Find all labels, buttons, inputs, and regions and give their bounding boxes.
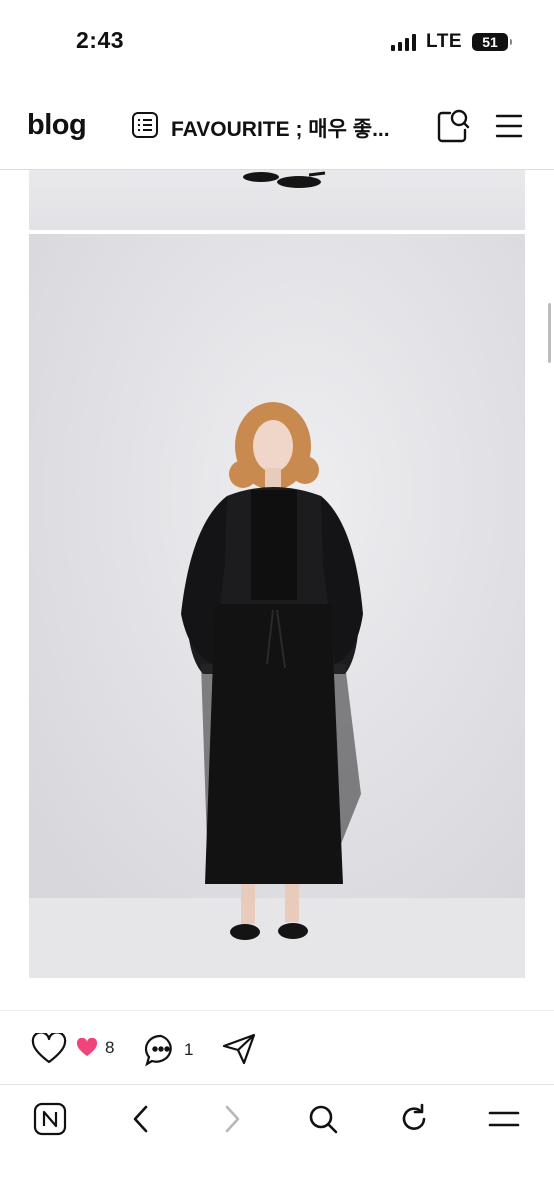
- like-button[interactable]: [31, 1033, 67, 1065]
- comment-icon: [144, 1034, 172, 1067]
- battery-icon: 51: [472, 33, 512, 51]
- fashion-photo-model[interactable]: [29, 234, 525, 978]
- back-icon[interactable]: [123, 1101, 159, 1137]
- share-icon: [222, 1033, 256, 1065]
- status-time: 2:43: [76, 27, 125, 53]
- reload-icon[interactable]: [396, 1101, 432, 1137]
- status-indicators: LTE 51: [391, 31, 512, 53]
- list-icon[interactable]: [131, 111, 159, 144]
- signal-icon: [391, 33, 417, 51]
- search-icon[interactable]: [436, 108, 470, 149]
- share-button[interactable]: [222, 1033, 256, 1065]
- reaction-count-group[interactable]: 8: [75, 1038, 114, 1058]
- status-bar: 2:43 LTE 51: [0, 0, 554, 84]
- comment-button[interactable]: 1: [144, 1033, 193, 1067]
- fashion-photo-partial[interactable]: [29, 170, 525, 230]
- heart-filled-icon: [76, 1038, 98, 1057]
- heart-outline-icon: [31, 1033, 67, 1064]
- search-icon[interactable]: [305, 1101, 341, 1137]
- browser-toolbar: [0, 1085, 554, 1200]
- app-header: blog FAVOURITE ; 매우 좋...: [0, 84, 554, 170]
- post-content: [0, 170, 554, 1010]
- network-type: LTE: [426, 31, 462, 52]
- post-title[interactable]: FAVOURITE ; 매우 좋...: [171, 113, 390, 143]
- forward-icon: [214, 1101, 250, 1137]
- blog-logo[interactable]: blog: [27, 109, 87, 142]
- post-action-bar: 8 1: [0, 1010, 554, 1085]
- comment-count: 1: [184, 1040, 194, 1059]
- menu-icon[interactable]: [486, 1101, 522, 1137]
- battery-level: 51: [482, 34, 498, 50]
- post-title-group[interactable]: FAVOURITE ; 매우 좋...: [131, 111, 390, 144]
- reaction-count: 8: [105, 1038, 115, 1057]
- scrollbar-thumb[interactable]: [548, 303, 551, 363]
- menu-icon[interactable]: [495, 112, 523, 145]
- naver-home-icon[interactable]: [32, 1101, 68, 1137]
